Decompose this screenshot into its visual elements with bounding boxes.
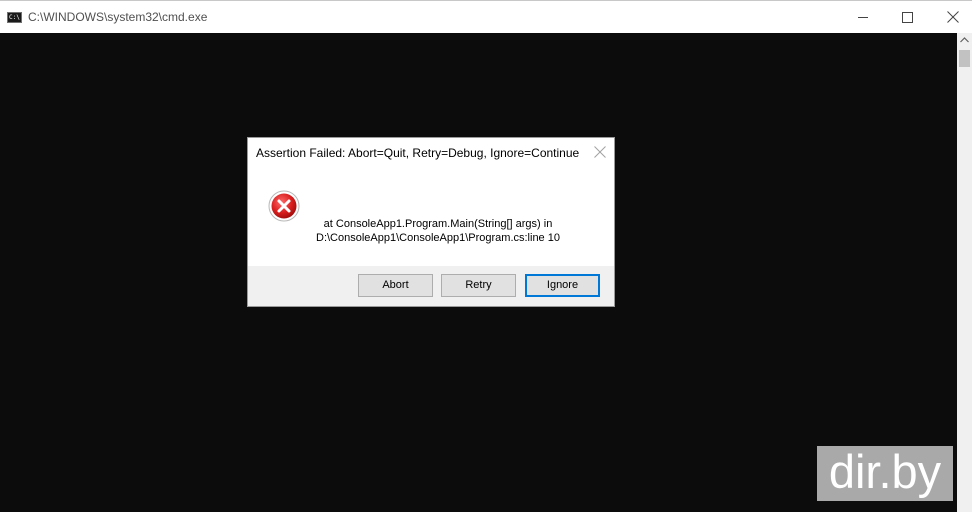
dialog-message: at ConsoleApp1.Program.Main(String[] arg… [308,217,568,245]
cmd-window: C:\. C:\WINDOWS\system32\cmd.exe Asserti… [0,0,972,512]
scroll-thumb[interactable] [959,50,970,67]
close-icon [947,11,959,23]
maximize-icon [902,12,913,23]
dialog-button-bar: Abort Retry Ignore [248,266,614,306]
title-bar[interactable]: C:\. C:\WINDOWS\system32\cmd.exe [0,0,972,33]
close-window-button[interactable] [930,1,972,33]
ignore-button[interactable]: Ignore [525,274,600,297]
scroll-up-button[interactable] [957,33,972,48]
watermark-logo: dir.by [817,446,953,501]
assertion-dialog: Assertion Failed: Abort=Quit, Retry=Debu… [247,137,615,307]
retry-button[interactable]: Retry [441,274,516,297]
chevron-up-icon [960,37,969,43]
close-icon [594,146,606,158]
message-line: D:\ConsoleApp1\ConsoleApp1\Program.cs:li… [316,232,560,244]
window-title: C:\WINDOWS\system32\cmd.exe [28,10,208,24]
minimize-button[interactable] [840,1,886,33]
maximize-button[interactable] [884,1,930,33]
error-icon [268,190,300,222]
minimize-icon [858,17,868,18]
dialog-title: Assertion Failed: Abort=Quit, Retry=Debu… [256,146,580,160]
vertical-scrollbar[interactable] [957,33,972,512]
cmd-app-icon: C:\. [7,12,22,23]
message-line: at ConsoleApp1.Program.Main(String[] arg… [323,218,553,230]
abort-button[interactable]: Abort [358,274,433,297]
dialog-close-button[interactable] [592,144,608,160]
